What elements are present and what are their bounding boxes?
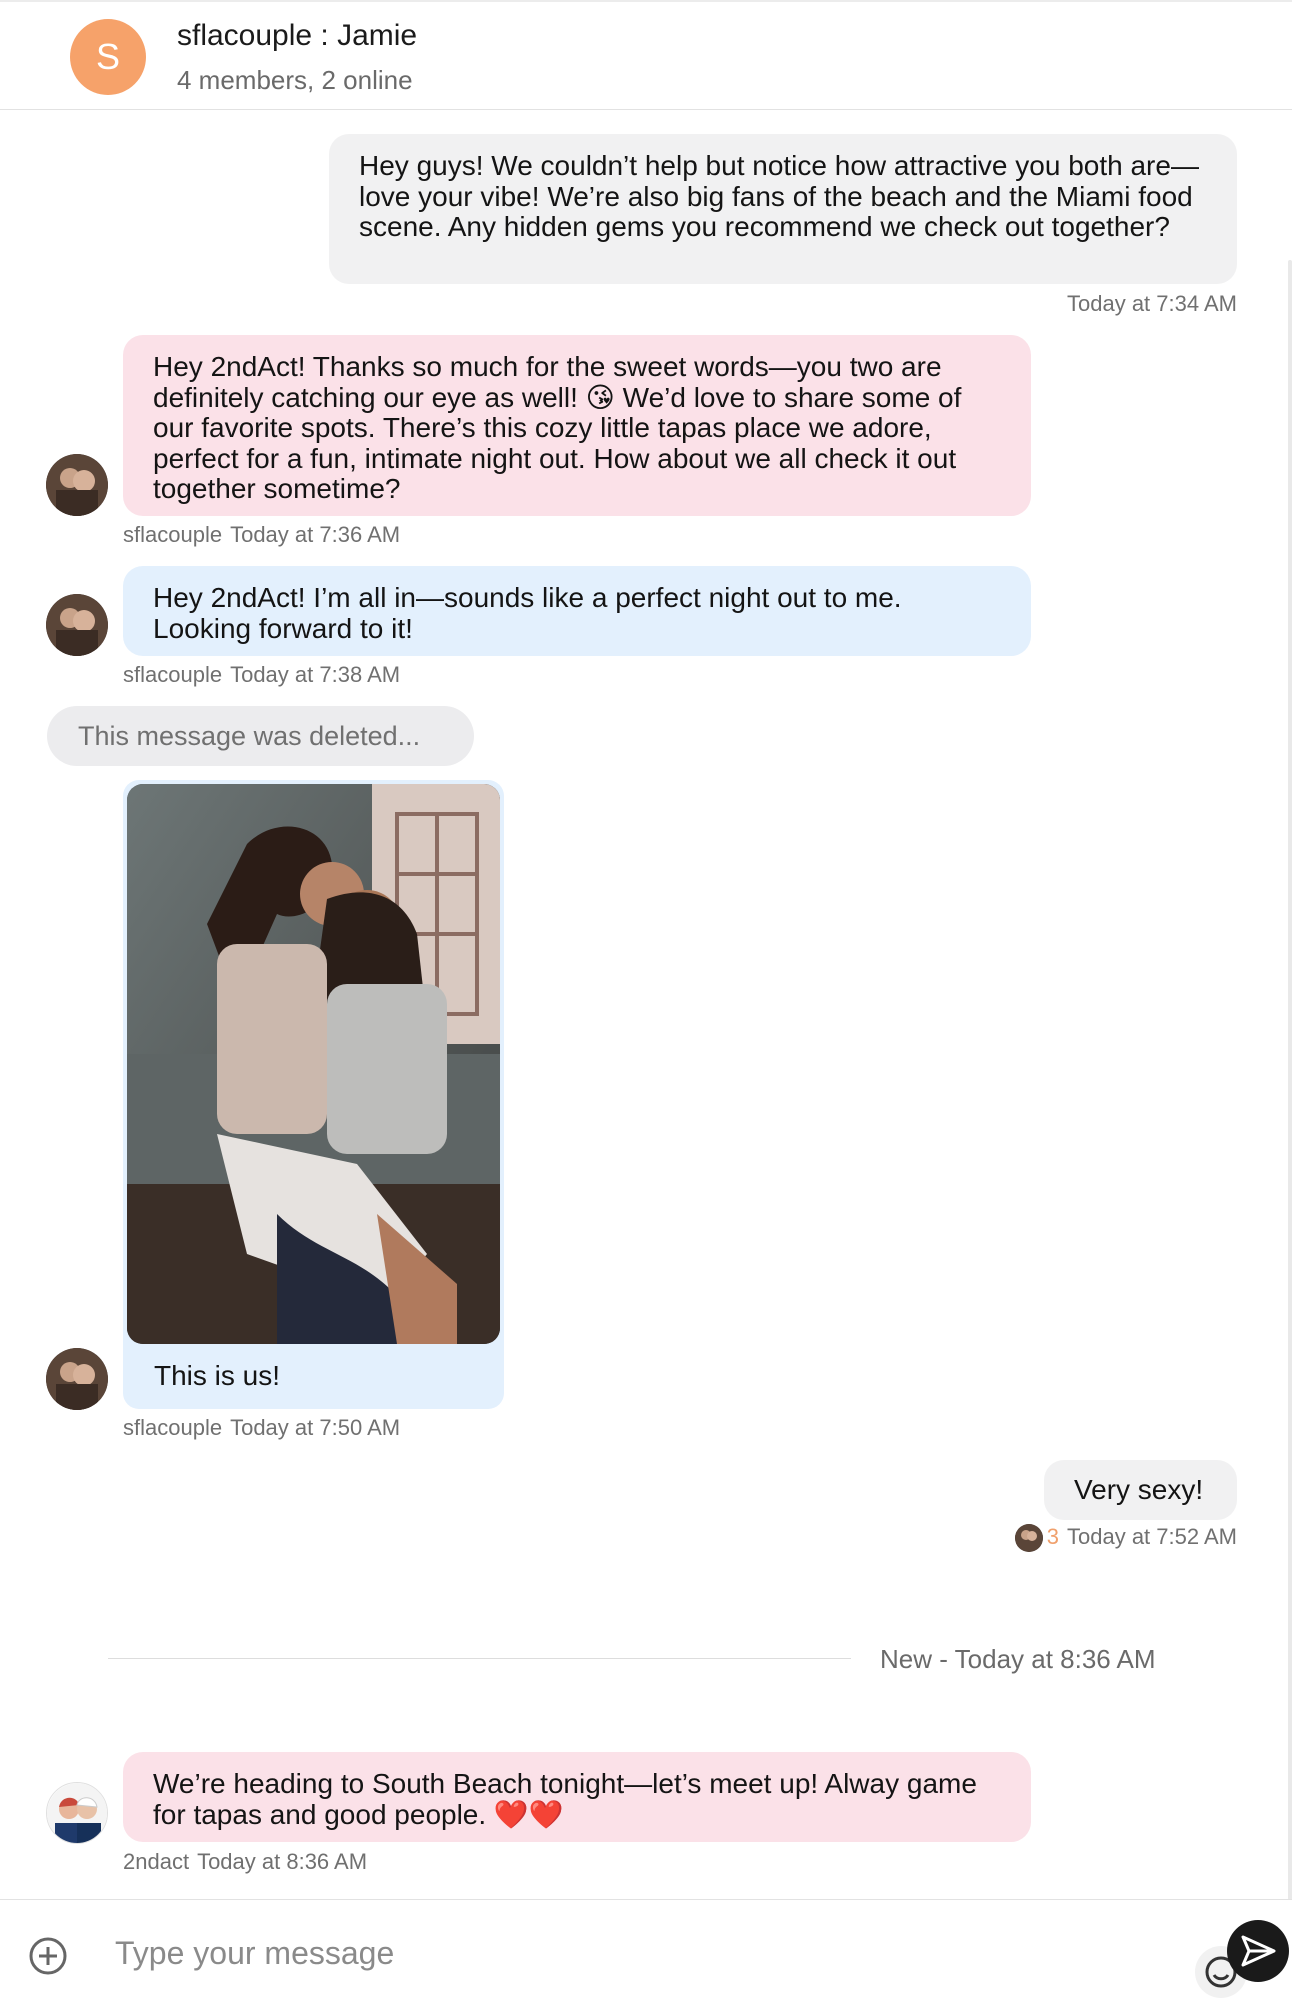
message-time: Today at 7:34 AM	[1067, 291, 1237, 316]
photo-caption: This is us!	[154, 1360, 281, 1391]
message-meta: sflacouple Today at 7:50 AM	[123, 1415, 400, 1441]
deleted-message-text: This message was deleted...	[78, 720, 421, 751]
new-messages-divider: New - Today at 8:36 AM	[880, 1644, 1156, 1674]
incoming-message[interactable]: We’re heading to South Beach tonight—let…	[123, 1752, 1031, 1842]
read-count[interactable]: 3	[1047, 1524, 1059, 1549]
read-receipt-avatar[interactable]	[1014, 1524, 1043, 1553]
deleted-message: This message was deleted...	[47, 706, 474, 766]
message-time: Today at 8:36 AM	[197, 1849, 368, 1874]
message-input[interactable]	[115, 1930, 1165, 1976]
message-time: Today at 7:38 AM	[230, 662, 401, 687]
avatar[interactable]	[46, 1348, 108, 1410]
message-text: We’re heading to South Beach tonight—let…	[153, 1768, 977, 1830]
message-meta: 2ndact Today at 8:36 AM	[123, 1849, 367, 1875]
avatar[interactable]	[46, 454, 108, 516]
photo-message[interactable]: This is us!	[123, 780, 504, 1409]
sender-name[interactable]: sflacouple	[123, 662, 222, 687]
shared-photo[interactable]	[127, 784, 500, 1344]
sender-name[interactable]: sflacouple	[123, 522, 222, 547]
chat-header: S sflacouple : Jamie 4 members, 2 online	[0, 0, 1292, 110]
message-meta: sflacouple Today at 7:38 AM	[123, 662, 400, 688]
message-text: Hey 2ndAct! I’m all in—sounds like a per…	[153, 582, 902, 644]
sender-name[interactable]: sflacouple	[123, 1415, 222, 1440]
message-time: Today at 7:36 AM	[230, 522, 401, 547]
message-text: Hey guys! We couldn’t help but notice ho…	[359, 150, 1199, 242]
message-meta: Today at 7:34 AM	[1067, 291, 1237, 317]
incoming-message[interactable]: Hey 2ndAct! Thanks so much for the sweet…	[123, 335, 1031, 516]
add-icon[interactable]	[28, 1936, 68, 1976]
message-composer	[0, 1899, 1292, 2001]
send-icon[interactable]	[1227, 1920, 1289, 1982]
incoming-message[interactable]: Hey 2ndAct! I’m all in—sounds like a per…	[123, 566, 1031, 656]
member-status: 4 members, 2 online	[177, 65, 413, 95]
avatar[interactable]	[46, 1782, 108, 1844]
sender-name[interactable]: 2ndact	[123, 1849, 189, 1874]
message-time: Today at 7:52 AM	[1067, 1524, 1237, 1549]
outgoing-message[interactable]: Hey guys! We couldn’t help but notice ho…	[329, 134, 1237, 284]
message-meta: 3 Today at 7:52 AM	[1014, 1524, 1237, 1553]
group-avatar[interactable]: S	[70, 19, 146, 95]
message-meta: sflacouple Today at 7:36 AM	[123, 522, 400, 548]
new-messages-divider-line	[108, 1658, 851, 1659]
message-list[interactable]: Hey guys! We couldn’t help but notice ho…	[0, 110, 1292, 1900]
message-text: Very sexy!	[1074, 1474, 1204, 1505]
chat-title[interactable]: sflacouple : Jamie	[177, 19, 417, 53]
outgoing-message[interactable]: Very sexy!	[1044, 1460, 1237, 1520]
message-time: Today at 7:50 AM	[230, 1415, 401, 1440]
message-text: Hey 2ndAct! Thanks so much for the sweet…	[153, 351, 962, 504]
scrollbar[interactable]	[1288, 260, 1292, 1900]
avatar[interactable]	[46, 594, 108, 656]
